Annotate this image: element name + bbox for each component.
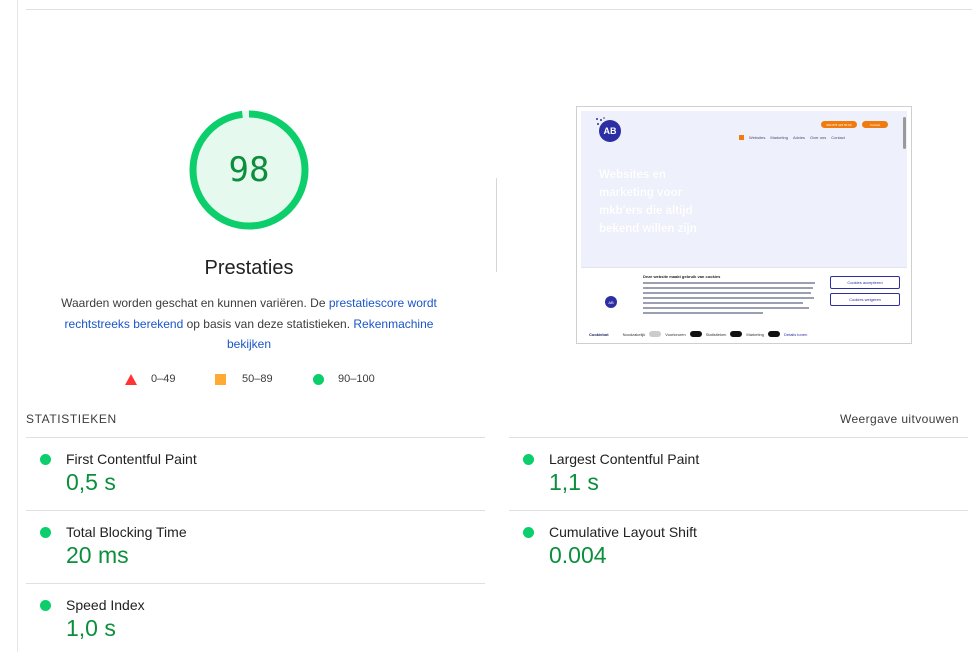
toggle-label: Noodzakelijk [622,331,646,337]
screenshot-page: AB 062 875 423 50 00 Contact Websites Ma… [581,111,907,341]
good-status-icon [523,454,534,465]
top-divider [26,9,972,10]
nav-item: Marketing [770,135,788,140]
good-status-icon [40,527,51,538]
final-screenshot[interactable]: AB 062 875 423 50 00 Contact Websites Ma… [576,106,912,344]
description-text: Waarden worden geschat en kunnen variëre… [61,296,329,310]
cookie-logo-icon: AB [605,296,617,308]
legend-label: 50–89 [242,373,273,385]
metric-divider [26,437,485,438]
nav-item: Websites [749,135,766,140]
metric-title: Largest Contentful Paint [549,451,700,467]
left-border [17,0,18,652]
contact-pill: Contact [862,121,888,128]
cookie-toggles: Cookiebot Noodzakelijk Voorkeuren Statis… [589,331,807,337]
accept-cookies-button: Cookies accepteren [830,276,900,289]
performance-score: 98 [228,150,270,190]
toggle-label: Voorkeuren [665,331,686,337]
cookie-text-line [643,287,813,289]
description-text-middle: op basis van deze statistieken. [183,316,354,331]
powered-by: Cookiebot [589,331,609,337]
score-description: Waarden worden geschat en kunnen variëre… [54,293,444,355]
vertical-divider [496,178,497,272]
metric-title: Speed Index [66,597,145,613]
cookie-text-line [643,282,815,284]
cookie-text-line [643,292,811,294]
toggle-label: Marketing [746,331,764,337]
good-status-icon [40,454,51,465]
metric-divider [26,510,485,511]
home-icon [739,135,744,140]
cookie-text-line [643,307,809,309]
details-link: Details tonen [783,331,808,337]
reject-cookies-button: Cookies weigeren [830,293,900,306]
metric-value: 20 ms [66,542,129,568]
triangle-icon [125,373,137,385]
thumb-scrollbar [903,117,906,149]
toggle-switch [689,331,702,337]
legend-label: 90–100 [338,373,375,385]
hero-heading: Websites en marketing voor mkb'ers die a… [599,169,697,235]
cookie-text-line [643,312,763,314]
cookie-title: Deze website maakt gebruik van cookies [643,274,721,279]
nav-item: Advies [792,135,805,140]
toggle-label: Statistieken [705,331,727,337]
site-logo: AB [599,120,621,142]
toggle-switch [767,331,780,337]
legend-item-pass: 90–100 [313,373,375,385]
expand-view-button[interactable]: Weergave uitvouwen [840,412,959,426]
legend-item-average: 50–89 [215,373,273,385]
circle-icon [313,373,324,385]
metric-value: 0.004 [549,542,607,568]
legend-item-fail: 0–49 [125,373,175,385]
cookie-text-line [643,297,814,299]
good-status-icon [40,600,51,611]
metric-divider [509,437,968,438]
metric-value: 1,0 s [66,615,116,641]
metric-divider [509,510,968,511]
toggle-switch [649,331,662,337]
nav-item: Contact [831,135,845,140]
cookie-text-line [643,302,803,304]
metric-value: 1,1 s [549,469,599,495]
metric-title: Cumulative Layout Shift [549,524,697,540]
site-nav: Websites Marketing Advies Over ons Conta… [739,135,845,140]
cookie-banner: AB Deze website maakt gebruik van cookie… [581,267,907,341]
legend-label: 0–49 [151,373,176,385]
phone-pill: 062 875 423 50 00 [821,121,857,128]
nav-item: Over ons [809,135,827,140]
gauge-title: Prestaties [204,257,294,279]
metric-title: Total Blocking Time [66,524,187,540]
metric-divider [26,583,485,584]
metric-value: 0,5 s [66,469,116,495]
performance-gauge[interactable]: 98 [188,109,310,231]
square-icon [215,373,226,385]
good-status-icon [523,527,534,538]
statistics-heading: STATISTIEKEN [26,412,117,426]
toggle-switch [730,331,743,337]
metric-title: First Contentful Paint [66,451,197,467]
